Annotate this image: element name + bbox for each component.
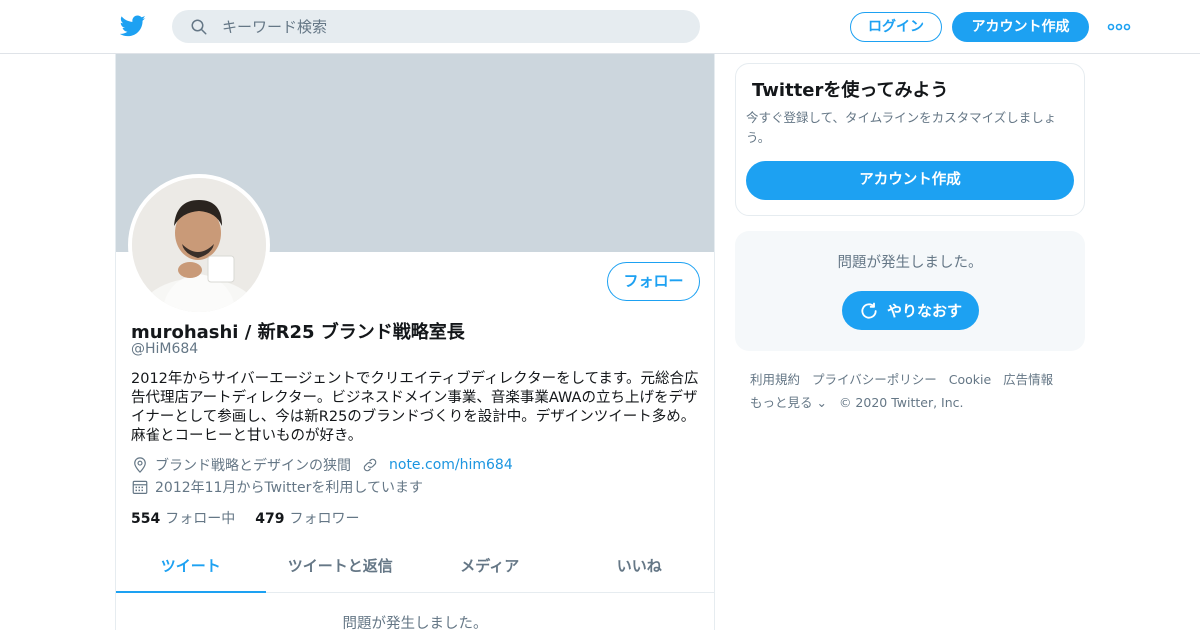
signup-card-title: Twitterを使ってみよう [752,80,949,101]
profile-joined-row: 2012年11月からTwitterを利用しています [131,477,423,497]
more-dots-icon[interactable] [1107,22,1131,32]
search-bar[interactable] [172,10,700,43]
footer-link-cookie[interactable]: Cookie [949,372,991,387]
footer-link-privacy[interactable]: プライバシーポリシー [812,372,937,387]
footer-link-terms[interactable]: 利用規約 [750,372,800,387]
profile-column: フォロー murohashi / 新R25 ブランド戦略室長 @HiM684 2… [115,54,715,632]
login-button[interactable]: ログイン [850,12,942,42]
footer-copyright: © 2020 Twitter, Inc. [838,395,964,410]
sidebar-error-box: 問題が発生しました。 やりなおす [735,231,1085,351]
followers-count: 479 [255,511,285,527]
avatar[interactable] [128,174,270,316]
retry-button[interactable]: やりなおす [842,291,979,330]
profile-url-link[interactable]: note.com/him684 [389,457,513,473]
profile-stats: 554 フォロー中 479 フォロワー [131,508,379,528]
calendar-icon [132,480,148,494]
top-navigation-bar: ログイン アカウント作成 [0,0,1200,54]
followers-label: フォロワー [289,511,360,527]
tab-likes[interactable]: いいね [565,544,715,592]
followers-stat[interactable]: 479 フォロワー [255,508,359,528]
tab-tweets[interactable]: ツイート [116,544,266,593]
footer-link-ads[interactable]: 広告情報 [1003,372,1053,387]
following-count: 554 [131,511,161,527]
footer-link-more[interactable]: もっと見る ⌄ [750,395,827,410]
profile-meta-row: ブランド戦略とデザインの狭間 note.com/him684 [131,455,513,475]
search-icon [191,19,207,35]
following-label: フォロー中 [165,511,236,527]
search-input[interactable] [222,10,682,43]
signup-card-button[interactable]: アカウント作成 [746,161,1074,200]
signup-card-subtitle: 今すぐ登録して、タイムラインをカスタマイズしましょう。 [746,110,1057,145]
twitter-bird-icon[interactable] [120,13,146,39]
location-pin-icon [134,457,146,473]
tab-media[interactable]: メディア [415,544,565,592]
link-icon [363,458,377,472]
footer-links: 利用規約 プライバシーポリシー Cookie 広告情報 もっと見る ⌄ © 20… [750,368,1080,414]
follow-button[interactable]: フォロー [607,262,700,301]
profile-bio: 2012年からサイバーエージェントでクリエイティブディレクターをしてます。元総合… [131,371,699,444]
retry-label: やりなおす [886,302,962,320]
tab-tweets-and-replies[interactable]: ツイートと返信 [266,544,416,592]
avatar-photo [132,178,266,312]
sidebar-error-message: 問題が発生しました。 [837,255,983,271]
following-stat[interactable]: 554 フォロー中 [131,508,235,528]
profile-joined-date: 2012年11月からTwitterを利用しています [155,480,423,496]
signup-button[interactable]: アカウント作成 [952,12,1089,42]
refresh-icon [861,302,877,319]
signup-card: Twitterを使ってみよう 今すぐ登録して、タイムラインをカスタマイズしましょ… [735,63,1085,216]
profile-location: ブランド戦略とデザインの狭間 [155,458,351,474]
profile-tabs: ツイート ツイートと返信 メディア いいね [116,544,714,593]
profile-handle[interactable]: @HiM684 [131,341,198,357]
